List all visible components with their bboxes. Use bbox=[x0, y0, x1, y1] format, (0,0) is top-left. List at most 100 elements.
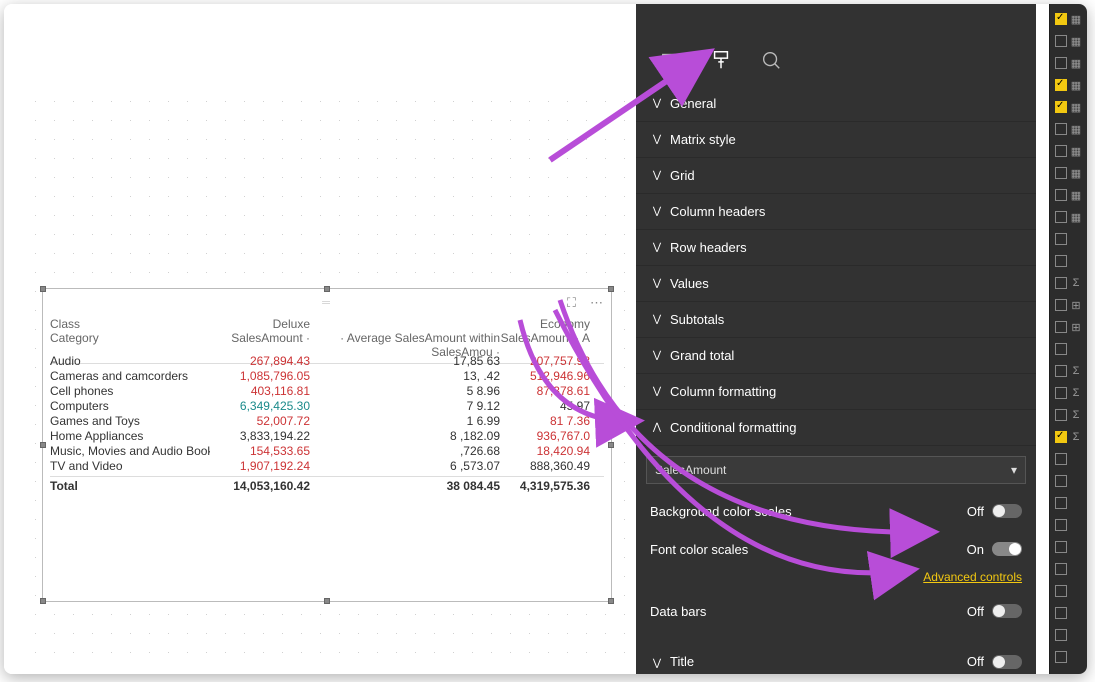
report-canvas[interactable]: ═ ⛶ ⋯ Class Deluxe Economy Category Sale… bbox=[4, 4, 636, 674]
data-bars-toggle[interactable]: Off bbox=[967, 604, 1022, 619]
section-column-formatting[interactable]: ⋁Column formatting bbox=[636, 374, 1036, 410]
field-checkbox-item[interactable]: ▦ bbox=[1050, 118, 1087, 140]
checkbox-icon[interactable] bbox=[1055, 629, 1067, 641]
field-checkbox-item[interactable]: ▦ bbox=[1050, 74, 1087, 96]
checkbox-icon[interactable] bbox=[1055, 145, 1067, 157]
fields-tab-icon[interactable] bbox=[660, 49, 682, 74]
format-tab-icon[interactable] bbox=[710, 49, 732, 74]
field-checkbox-item[interactable]: ▦ bbox=[1050, 96, 1087, 118]
section-row-headers[interactable]: ⋁Row headers bbox=[636, 230, 1036, 266]
field-checkbox-item[interactable] bbox=[1050, 228, 1087, 250]
checkbox-icon[interactable] bbox=[1055, 79, 1067, 91]
analytics-tab-icon[interactable] bbox=[760, 49, 782, 74]
field-checkbox-item[interactable] bbox=[1050, 448, 1087, 470]
section-subtotals[interactable]: ⋁Subtotals bbox=[636, 302, 1036, 338]
focus-mode-icon[interactable]: ⛶ bbox=[567, 295, 576, 311]
field-checkbox-item[interactable] bbox=[1050, 536, 1087, 558]
checkbox-icon[interactable] bbox=[1055, 585, 1067, 597]
field-checkbox-item[interactable]: ▦ bbox=[1050, 162, 1087, 184]
checkbox-icon[interactable] bbox=[1055, 541, 1067, 553]
checkbox-icon[interactable] bbox=[1055, 35, 1067, 47]
section-title[interactable]: ⋁Title Off bbox=[636, 644, 1036, 674]
checkbox-icon[interactable] bbox=[1055, 57, 1067, 69]
checkbox-icon[interactable] bbox=[1055, 123, 1067, 135]
field-checkbox-item[interactable]: Σ bbox=[1050, 272, 1087, 294]
font-color-scales-label: Font color scales bbox=[650, 542, 748, 557]
checkbox-icon[interactable] bbox=[1055, 563, 1067, 575]
field-checkbox-item[interactable] bbox=[1050, 470, 1087, 492]
field-type-icon: Σ bbox=[1070, 431, 1082, 443]
checkbox-icon[interactable] bbox=[1055, 13, 1067, 25]
table-row[interactable]: TV and Video1,907,192.246 ,573.07888,360… bbox=[50, 459, 604, 474]
bg-color-scales-toggle[interactable]: Off bbox=[967, 504, 1022, 519]
field-checkbox-item[interactable] bbox=[1050, 514, 1087, 536]
checkbox-icon[interactable] bbox=[1055, 387, 1067, 399]
checkbox-icon[interactable] bbox=[1055, 255, 1067, 267]
field-checkbox-item[interactable]: ▦ bbox=[1050, 206, 1087, 228]
field-checkbox-item[interactable] bbox=[1050, 646, 1087, 668]
table-row[interactable]: Computers6,349,425.307 9.12 45.97 bbox=[50, 399, 604, 414]
field-checkbox-item[interactable]: Σ bbox=[1050, 382, 1087, 404]
field-checkbox-item[interactable]: ▦ bbox=[1050, 30, 1087, 52]
checkbox-icon[interactable] bbox=[1055, 299, 1067, 311]
font-color-scales-toggle[interactable]: On bbox=[967, 542, 1022, 557]
dropdown-icon: ▾ bbox=[1011, 463, 1017, 477]
section-conditional-formatting[interactable]: ⋀Conditional formatting bbox=[636, 410, 1036, 446]
table-row[interactable]: Audio267,894.4317,85 63207,757.98 bbox=[50, 354, 604, 369]
checkbox-icon[interactable] bbox=[1055, 365, 1067, 377]
checkbox-icon[interactable] bbox=[1055, 409, 1067, 421]
drag-grip-icon[interactable]: ═ bbox=[322, 297, 332, 309]
checkbox-icon[interactable] bbox=[1055, 101, 1067, 113]
field-checkbox-item[interactable] bbox=[1050, 580, 1087, 602]
checkbox-icon[interactable] bbox=[1055, 321, 1067, 333]
section-column-headers[interactable]: ⋁Column headers bbox=[636, 194, 1036, 230]
bg-color-scales-row: Background color scales Off bbox=[636, 492, 1036, 530]
header-deluxe: Deluxe bbox=[210, 317, 310, 331]
checkbox-icon[interactable] bbox=[1055, 277, 1067, 289]
field-checkbox-item[interactable]: ▦ bbox=[1050, 140, 1087, 162]
cf-field-select[interactable]: SalesAmount ▾ bbox=[646, 456, 1026, 484]
bg-color-scales-label: Background color scales bbox=[650, 504, 792, 519]
section-general[interactable]: ⋁General bbox=[636, 86, 1036, 122]
field-checkbox-item[interactable] bbox=[1050, 602, 1087, 624]
section-grid[interactable]: ⋁Grid bbox=[636, 158, 1036, 194]
field-checkbox-item[interactable]: ▦ bbox=[1050, 52, 1087, 74]
advanced-controls-link[interactable]: Advanced controls bbox=[636, 568, 1036, 592]
checkbox-icon[interactable] bbox=[1055, 607, 1067, 619]
checkbox-icon[interactable] bbox=[1055, 343, 1067, 355]
checkbox-icon[interactable] bbox=[1055, 651, 1067, 663]
field-checkbox-item[interactable]: ⊞ bbox=[1050, 316, 1087, 338]
table-row[interactable]: Cell phones403,116.815 8.9687,378.61 bbox=[50, 384, 604, 399]
checkbox-icon[interactable] bbox=[1055, 519, 1067, 531]
field-checkbox-item[interactable]: ▦ bbox=[1050, 184, 1087, 206]
field-checkbox-item[interactable]: ▦ bbox=[1050, 8, 1087, 30]
field-checkbox-item[interactable]: ⊞ bbox=[1050, 294, 1087, 316]
checkbox-icon[interactable] bbox=[1055, 453, 1067, 465]
more-options-icon[interactable]: ⋯ bbox=[590, 295, 603, 311]
field-checkbox-item[interactable]: Σ bbox=[1050, 360, 1087, 382]
checkbox-icon[interactable] bbox=[1055, 189, 1067, 201]
table-row[interactable]: Cameras and camcorders1,085,796.0513, .4… bbox=[50, 369, 604, 384]
field-checkbox-item[interactable] bbox=[1050, 558, 1087, 580]
checkbox-icon[interactable] bbox=[1055, 475, 1067, 487]
checkbox-icon[interactable] bbox=[1055, 233, 1067, 245]
checkbox-icon[interactable] bbox=[1055, 167, 1067, 179]
title-toggle[interactable]: Off bbox=[967, 654, 1022, 669]
field-checkbox-item[interactable]: Σ bbox=[1050, 404, 1087, 426]
field-checkbox-item[interactable] bbox=[1050, 492, 1087, 514]
table-row[interactable]: Music, Movies and Audio Books154,533.65 … bbox=[50, 444, 604, 459]
section-values[interactable]: ⋁Values bbox=[636, 266, 1036, 302]
field-checkbox-item[interactable] bbox=[1050, 250, 1087, 272]
section-matrix-style[interactable]: ⋁Matrix style bbox=[636, 122, 1036, 158]
checkbox-icon[interactable] bbox=[1055, 211, 1067, 223]
checkbox-icon[interactable] bbox=[1055, 431, 1067, 443]
header-class: Class bbox=[50, 317, 210, 331]
field-checkbox-item[interactable]: Σ bbox=[1050, 426, 1087, 448]
table-row[interactable]: Games and Toys52,007.721 6.9981 7.36 bbox=[50, 414, 604, 429]
checkbox-icon[interactable] bbox=[1055, 497, 1067, 509]
section-grand-total[interactable]: ⋁Grand total bbox=[636, 338, 1036, 374]
table-row[interactable]: Home Appliances3,833,194.228 ,182.09936,… bbox=[50, 429, 604, 444]
field-checkbox-item[interactable] bbox=[1050, 624, 1087, 646]
field-checkbox-item[interactable] bbox=[1050, 338, 1087, 360]
matrix-visual[interactable]: ═ ⛶ ⋯ Class Deluxe Economy Category Sale… bbox=[42, 288, 612, 602]
